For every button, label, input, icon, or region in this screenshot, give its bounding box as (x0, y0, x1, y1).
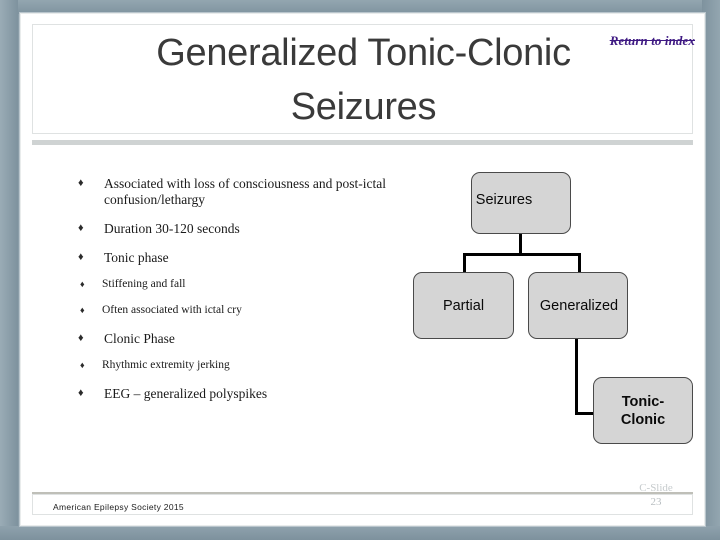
edge-horizontal-split (463, 253, 581, 256)
title-divider (32, 140, 693, 145)
bullet-diamond-small-icon: ♦ (80, 279, 85, 289)
bullet-diamond-small-icon: ♦ (80, 305, 85, 315)
slide-canvas: Generalized Tonic-Clonic Seizures Return… (20, 13, 705, 526)
diagram-node-label: Seizures (475, 192, 533, 208)
slide-tag-text: C-Slide (639, 482, 673, 494)
diagram-node-tonic-clonic[interactable]: Tonic- Clonic (593, 377, 693, 444)
list-item-label: Tonic phase (104, 250, 169, 265)
list-item-label: Rhythmic extremity jerking (102, 359, 230, 371)
list-item-label: Duration 30-120 seconds (104, 221, 240, 236)
diagram-node-label: Generalized (539, 298, 619, 314)
diagram-node-partial[interactable]: Partial (413, 272, 514, 339)
diagram-node-label: Tonic- Clonic (620, 393, 666, 428)
bullet-list: ♦ Associated with loss of consciousness … (67, 176, 397, 402)
list-item: ♦ EEG – generalized polyspikes (67, 386, 397, 402)
list-item: ♦ Duration 30-120 seconds (67, 221, 397, 237)
bullet-sublist: ♦ Rhythmic extremity jerking (67, 358, 397, 373)
return-to-index-link[interactable]: Return to index (610, 33, 695, 49)
list-item: ♦ Tonic phase (67, 250, 397, 266)
diagram-node-seizures[interactable]: Seizures (471, 172, 571, 234)
list-item-label: Associated with loss of consciousness an… (104, 176, 386, 207)
seizure-classification-diagram: Seizures Partial Generalized Tonic- Clon… (401, 159, 711, 459)
list-item: ♦ Often associated with ictal cry (67, 303, 397, 318)
list-item-label: Often associated with ictal cry (102, 304, 242, 316)
bullet-diamond-icon: ♦ (78, 222, 84, 234)
bullet-diamond-icon: ♦ (78, 332, 84, 344)
bullet-content: ♦ Associated with loss of consciousness … (67, 176, 397, 415)
footer-credit-text: American Epilepsy Society 2015 (53, 502, 184, 512)
bullet-diamond-icon: ♦ (78, 387, 84, 399)
list-item: ♦ Rhythmic extremity jerking (67, 358, 397, 373)
bullet-diamond-icon: ♦ (78, 177, 84, 189)
viewer-frame-left (0, 0, 18, 540)
bullet-sublist: ♦ Stiffening and fall ♦ Often associated… (67, 277, 397, 318)
list-item-label: EEG – generalized polyspikes (104, 386, 268, 401)
viewer-frame-top (0, 0, 720, 14)
bullet-diamond-icon: ♦ (78, 251, 84, 263)
presentation-viewer: Generalized Tonic-Clonic Seizures Return… (0, 0, 720, 540)
viewer-frame-bottom (0, 526, 720, 540)
slide-number: 23 (650, 496, 662, 508)
edge-generalized-down (575, 337, 578, 415)
bullet-diamond-small-icon: ♦ (80, 360, 85, 370)
diagram-node-generalized[interactable]: Generalized (528, 272, 628, 339)
list-item: ♦ Clonic Phase (67, 331, 397, 347)
list-item-label: Clonic Phase (104, 331, 175, 346)
list-item: ♦ Associated with loss of consciousness … (67, 176, 397, 208)
list-item-label: Stiffening and fall (102, 278, 186, 290)
page-title: Generalized Tonic-Clonic Seizures (156, 32, 571, 128)
list-item: ♦ Stiffening and fall (67, 277, 397, 292)
diagram-node-label: Partial (442, 297, 485, 314)
slide-title-placeholder: Generalized Tonic-Clonic Seizures (32, 24, 693, 134)
